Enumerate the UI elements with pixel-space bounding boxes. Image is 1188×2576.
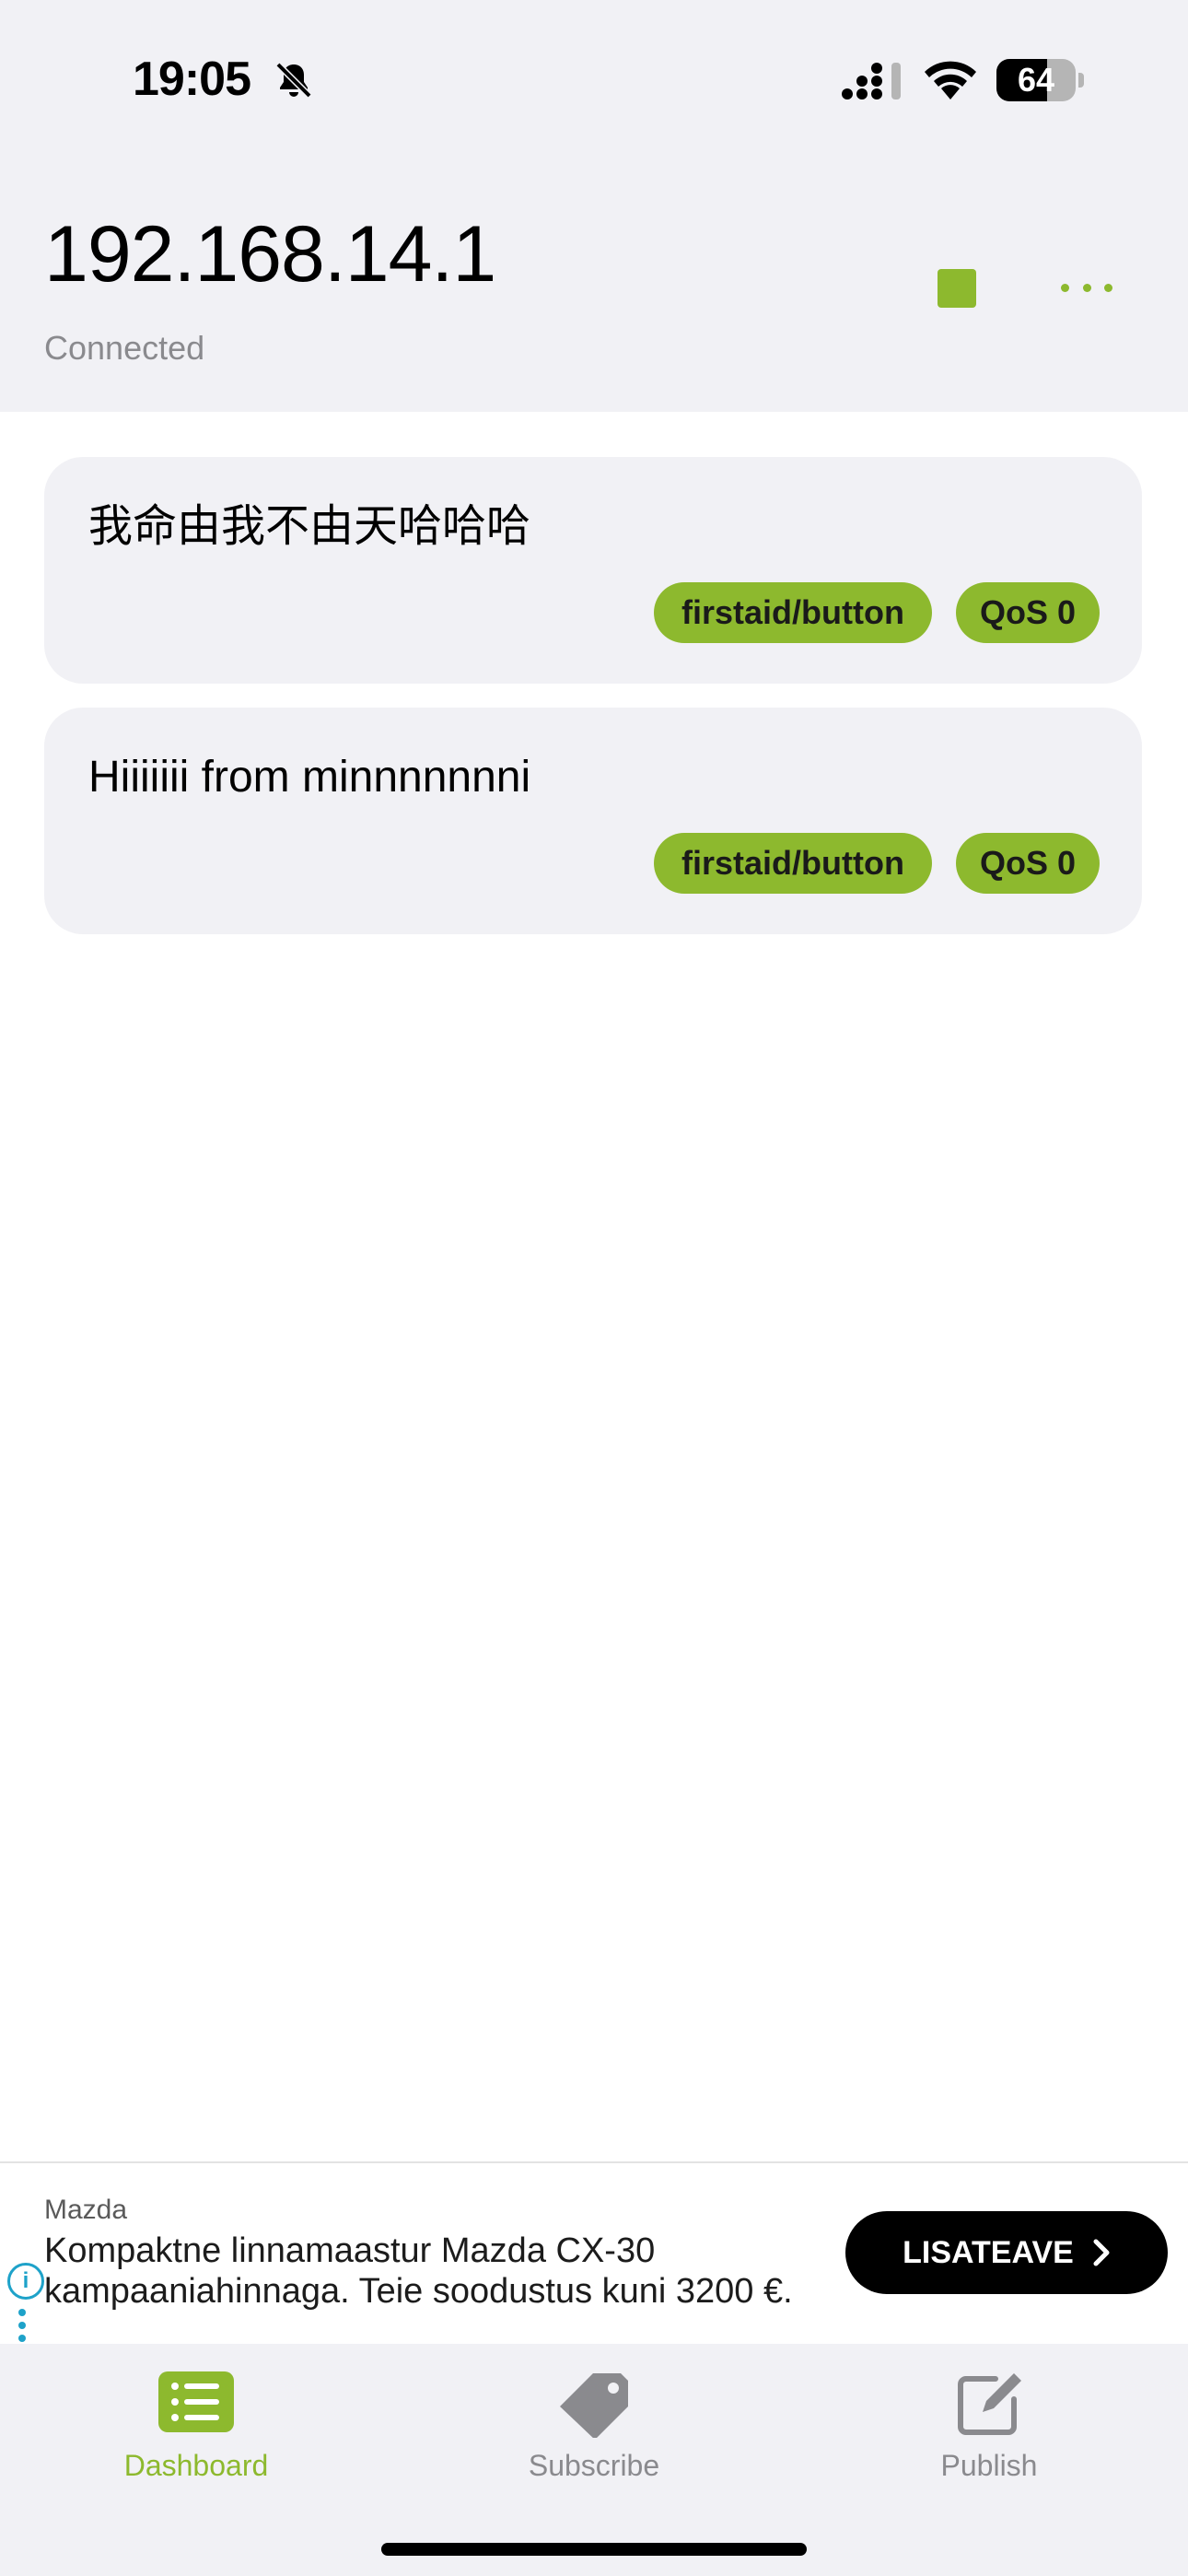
battery-indicator: 64 [996,59,1085,103]
qos-badge: QoS 0 [956,833,1100,894]
tab-bar: Dashboard Subscribe Publish [0,2344,1188,2576]
ad-banner[interactable]: Mazda Kompaktne linnamaastur Mazda CX-30… [0,2161,1188,2348]
wifi-icon [925,61,976,100]
broker-address-title: 192.168.14.1 [44,210,496,299]
list-icon [158,2371,234,2432]
disconnect-stop-button[interactable] [938,269,976,308]
connection-status: Connected [44,329,205,367]
more-dot-icon [1061,283,1069,292]
tab-publish-label: Publish [940,2449,1038,2482]
ad-text-line-2: kampaaniahinnaga. Teie soodustus kuni 32… [44,2272,793,2311]
message-card[interactable]: Hiiiiiii from minnnnnnni firstaid/button… [44,708,1142,934]
tab-dashboard-label: Dashboard [123,2449,269,2482]
compose-icon [958,2373,1021,2435]
more-options-button[interactable] [1061,273,1112,302]
ad-brand: Mazda [44,2195,128,2225]
battery-tip [1078,73,1084,88]
message-text: 我命由我不由天哈哈哈 [88,502,531,551]
topic-badge: firstaid/button [654,833,932,894]
tab-publish[interactable]: Publish [851,2344,1127,2491]
chevron-right-icon [1093,2239,1110,2266]
ad-options-icon[interactable] [18,2309,26,2342]
message-card[interactable]: 我命由我不由天哈哈哈 firstaid/button QoS 0 [44,457,1142,684]
tab-subscribe-label: Subscribe [528,2449,660,2482]
tab-subscribe[interactable]: Subscribe [456,2344,732,2491]
ad-info-icon[interactable]: i [7,2263,44,2300]
tab-dashboard[interactable]: Dashboard [58,2344,334,2491]
more-dot-icon [1082,283,1091,292]
cellular-signal-icon [842,63,901,100]
bell-slash-icon [275,62,312,99]
battery-level: 64 [1017,61,1055,99]
ad-text-line-1: Kompaktne linnamaastur Mazda CX-30 [44,2231,656,2270]
status-time: 19:05 [133,53,251,106]
message-text: Hiiiiiii from minnnnnnni [88,753,531,802]
ad-cta-label: LISATEAVE [903,2234,1074,2270]
ad-cta-button[interactable]: LISATEAVE [845,2211,1168,2294]
more-dot-icon [1104,283,1112,292]
tag-icon [560,2373,628,2438]
home-indicator [381,2543,807,2556]
qos-badge: QoS 0 [956,582,1100,643]
battery-body: 64 [996,59,1076,101]
topic-badge: firstaid/button [654,582,932,643]
